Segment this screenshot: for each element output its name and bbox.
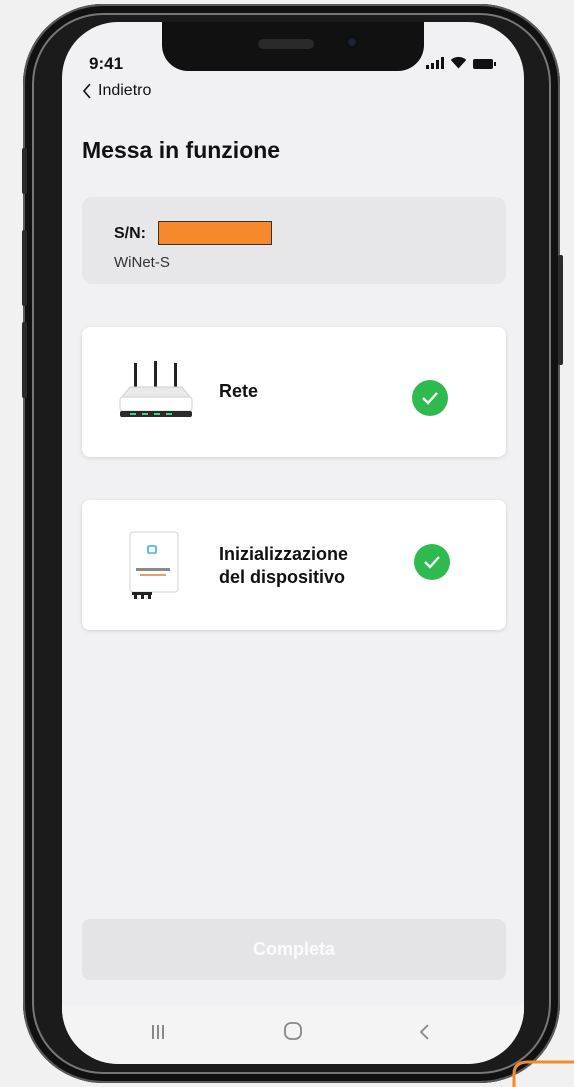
step-label-line2: del dispositivo (219, 567, 346, 587)
side-button-mute (22, 148, 27, 194)
step-label-network: Rete (219, 381, 259, 401)
complete-button[interactable]: Completa (82, 919, 506, 980)
status-icons (426, 56, 496, 69)
page-title: Messa in funzione (82, 137, 281, 163)
step-card-device-init[interactable]: Inizializzazione del dispositivo (82, 500, 506, 630)
step-card-network[interactable]: Rete (82, 327, 506, 457)
brand-corner-mark (512, 1060, 574, 1087)
back-label: Indietro (98, 82, 152, 99)
chevron-left-icon (82, 83, 91, 99)
signal-icon (426, 57, 444, 69)
device-model: WiNet-S (114, 254, 170, 271)
back-button[interactable]: Indietro (82, 82, 151, 100)
side-button-volume-down (22, 322, 27, 398)
home-icon[interactable] (283, 1021, 303, 1047)
side-button-power (558, 255, 563, 365)
wifi-icon (450, 56, 467, 69)
router-icon (119, 361, 193, 417)
battery-icon (473, 59, 496, 69)
phone-screen: 9:41 Indietro Messa in funzione S/N: WiN… (62, 22, 524, 1064)
device-info-card: S/N: WiNet-S (82, 197, 506, 284)
camera-icon (345, 35, 359, 49)
back-icon[interactable] (418, 1021, 430, 1047)
serial-number-redacted (158, 221, 272, 245)
serial-number-label: S/N: (114, 225, 146, 242)
speaker-grille (258, 39, 314, 49)
notch (162, 22, 424, 71)
check-circle-icon (414, 544, 450, 580)
recent-apps-icon[interactable] (150, 1021, 166, 1047)
check-circle-icon (412, 380, 448, 416)
android-navigation-bar (62, 1005, 524, 1064)
status-time: 9:41 (89, 54, 124, 73)
step-label-device-init: Inizializzazione del dispositivo (219, 543, 348, 589)
side-button-volume-up (22, 230, 27, 306)
step-label-line1: Inizializzazione (219, 544, 349, 564)
inverter-device-icon (129, 531, 179, 599)
